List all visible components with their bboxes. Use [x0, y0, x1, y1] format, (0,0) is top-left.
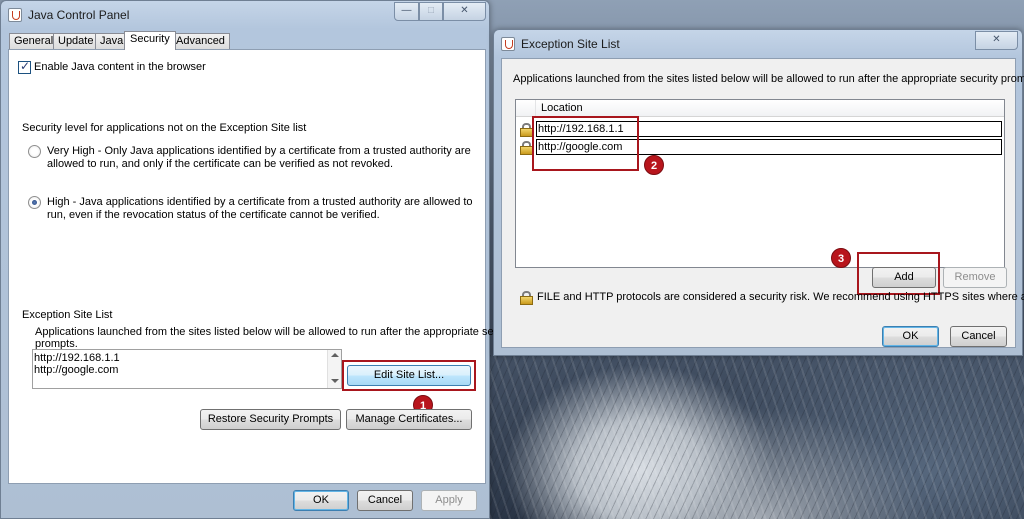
- dialog-title-bar[interactable]: Exception Site List ✕: [494, 30, 1022, 58]
- window-title: Java Control Panel: [28, 8, 130, 22]
- maximize-button[interactable]: □: [419, 2, 443, 21]
- very-high-radio[interactable]: [28, 145, 41, 158]
- tab-advanced[interactable]: Advanced: [171, 33, 230, 49]
- site-list-item[interactable]: http://192.168.1.1: [34, 352, 120, 364]
- very-high-description-line2: allowed to run, and only if the certific…: [47, 158, 394, 170]
- dialog-ok-button[interactable]: OK: [882, 326, 939, 347]
- java-control-panel-window: Java Control Panel — □ ✕ General Update …: [0, 0, 520, 519]
- step-2-badge: 2: [644, 155, 664, 175]
- dialog-close-button[interactable]: ✕: [975, 31, 1018, 50]
- scroll-down-arrow-icon[interactable]: [331, 379, 339, 383]
- tab-update[interactable]: Update: [53, 33, 99, 49]
- site-list-scrollbar[interactable]: [327, 350, 341, 388]
- exception-site-list-heading: Exception Site List: [22, 309, 113, 321]
- security-tab-panel: Enable Java content in the browser Secur…: [8, 49, 520, 484]
- warning-lock-icon: [520, 291, 533, 305]
- highlight-box-step-1: [342, 360, 476, 391]
- security-level-heading: Security level for applications not on t…: [22, 122, 307, 134]
- location-column-header[interactable]: Location: [516, 100, 1004, 117]
- remove-button[interactable]: Remove: [943, 267, 1007, 288]
- cancel-button[interactable]: Cancel: [357, 490, 413, 511]
- restore-security-prompts-button[interactable]: Restore Security Prompts: [200, 409, 341, 430]
- minimize-button[interactable]: —: [394, 2, 419, 21]
- high-description-line2: run, even if the revocation status of th…: [47, 209, 380, 221]
- highlight-box-step-2: [532, 116, 639, 171]
- apply-button[interactable]: Apply: [421, 490, 477, 511]
- tab-security[interactable]: Security: [124, 31, 176, 50]
- location-header-label: Location: [541, 102, 583, 114]
- ok-button[interactable]: OK: [293, 490, 349, 511]
- exception-description-line1: Applications launched from the sites lis…: [35, 326, 520, 338]
- site-list-box[interactable]: http://192.168.1.1 http://google.com: [32, 349, 342, 389]
- title-bar[interactable]: Java Control Panel — □ ✕: [1, 1, 489, 29]
- unsecure-lock-icon: [520, 141, 533, 155]
- unsecure-lock-icon: [520, 123, 533, 137]
- security-risk-warning: FILE and HTTP protocols are considered a…: [537, 291, 1024, 303]
- exception-site-list-dialog: Exception Site List ✕ Applications launc…: [493, 29, 1024, 356]
- step-3-badge: 3: [831, 248, 851, 268]
- close-button[interactable]: ✕: [443, 2, 486, 21]
- dialog-cancel-button[interactable]: Cancel: [950, 326, 1007, 347]
- site-list-item[interactable]: http://google.com: [34, 364, 118, 376]
- highlight-box-step-3: [857, 252, 940, 295]
- very-high-description-line1: Very High - Only Java applications ident…: [47, 145, 471, 157]
- scroll-up-arrow-icon[interactable]: [331, 353, 339, 357]
- java-app-icon: [8, 8, 22, 22]
- high-description-line1: High - Java applications identified by a…: [47, 196, 473, 208]
- dialog-client-area: Applications launched from the sites lis…: [501, 58, 1024, 348]
- java-app-icon: [501, 37, 515, 51]
- enable-java-checkbox[interactable]: [18, 59, 31, 74]
- dialog-description: Applications launched from the sites lis…: [513, 73, 1024, 85]
- high-radio[interactable]: [28, 196, 41, 209]
- tab-general[interactable]: General: [9, 33, 59, 49]
- dialog-title: Exception Site List: [521, 37, 620, 51]
- enable-java-label: Enable Java content in the browser: [34, 61, 206, 73]
- manage-certificates-button[interactable]: Manage Certificates...: [346, 409, 472, 430]
